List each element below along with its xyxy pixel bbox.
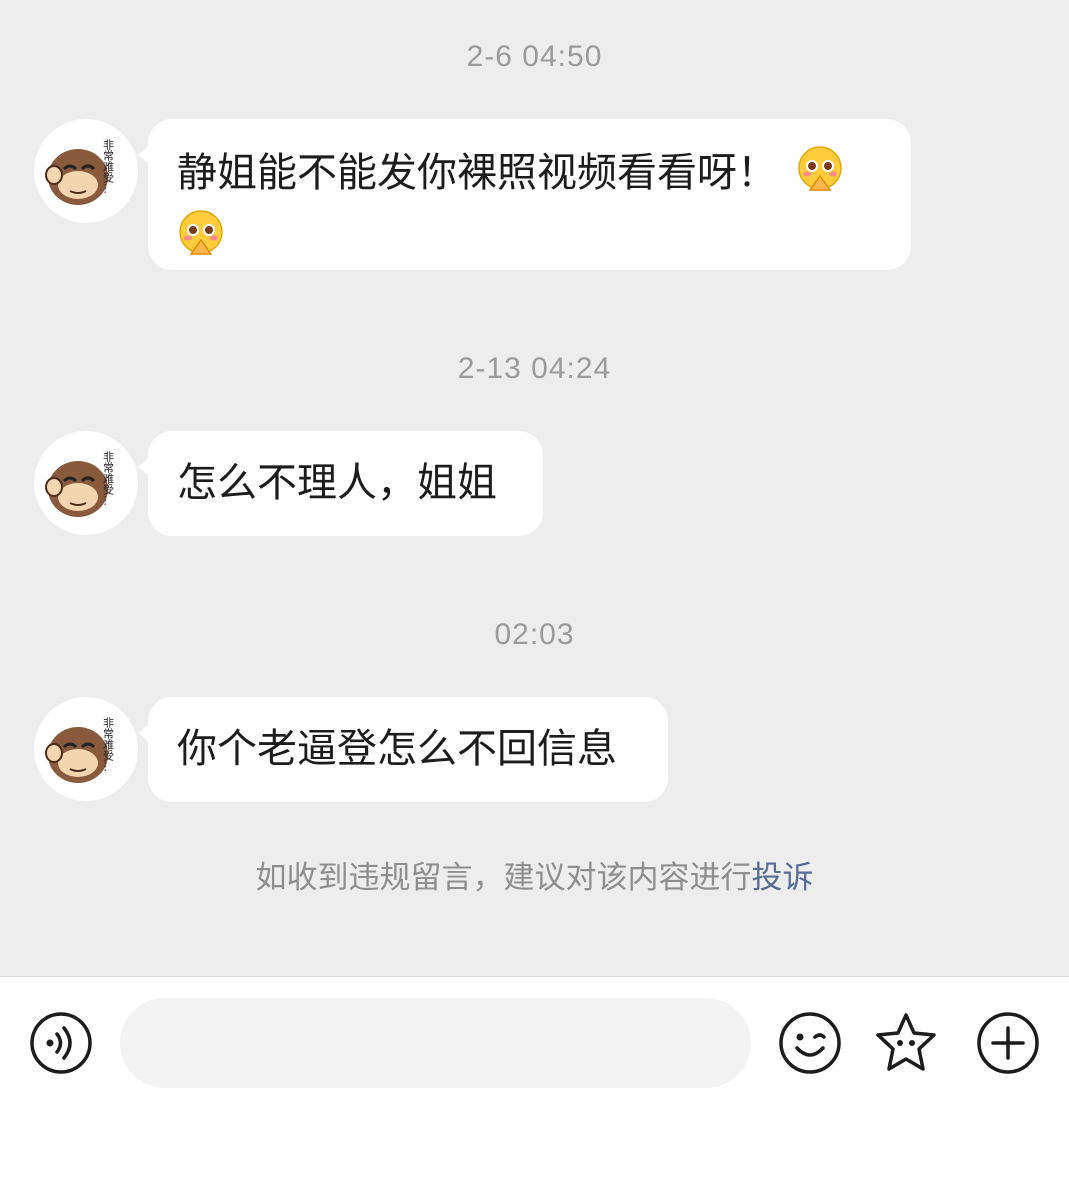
- avatar[interactable]: 非常难受…: [34, 119, 138, 223]
- star-sticker-icon[interactable]: [873, 1010, 939, 1076]
- report-link[interactable]: 投诉: [752, 860, 814, 896]
- pleading-face-icon: [179, 210, 223, 255]
- monkey-avatar-icon: 非常难受…: [45, 139, 115, 205]
- avatar[interactable]: 非常难受…: [34, 431, 138, 535]
- report-notice: 如收到违规留言，建议对该内容进行投诉: [0, 852, 1069, 897]
- notice-text: 如收到违规留言，建议对该内容进行: [255, 860, 752, 896]
- pleading-face-icon: [797, 146, 842, 191]
- message-input[interactable]: [120, 998, 751, 1088]
- timestamp: 02:03: [494, 618, 575, 651]
- monkey-avatar-icon: 非常难受…: [45, 717, 115, 783]
- chat-area: 2-6 04:50 非常难受… 静姐能不能发你裸照视频看看呀！ 2-13 04:…: [0, 0, 1069, 976]
- avatar-caption: 非常难受…: [102, 451, 115, 506]
- message-bubble[interactable]: 怎么不理人，姐姐: [138, 431, 543, 536]
- message-text: 怎么不理人，姐姐: [177, 460, 497, 506]
- message-text: 静姐能不能发你裸照视频看看呀！: [177, 150, 777, 196]
- plus-circle-icon[interactable]: [975, 1010, 1041, 1076]
- avatar[interactable]: 非常难受…: [34, 697, 138, 801]
- avatar-caption: 非常难受…: [102, 717, 115, 772]
- message-bubble[interactable]: 静姐能不能发你裸照视频看看呀！: [138, 119, 911, 270]
- voice-icon[interactable]: [28, 1010, 94, 1076]
- smiley-face-icon[interactable]: [777, 1010, 843, 1076]
- avatar-caption: 非常难受…: [102, 139, 115, 194]
- input-bar: [0, 976, 1069, 1201]
- timestamp: 2-6 04:50: [466, 40, 603, 73]
- message-bubble[interactable]: 你个老逼登怎么不回信息: [138, 697, 668, 802]
- message-text: 你个老逼登怎么不回信息: [177, 726, 617, 772]
- timestamp: 2-13 04:24: [457, 352, 612, 385]
- monkey-avatar-icon: 非常难受…: [45, 451, 115, 517]
